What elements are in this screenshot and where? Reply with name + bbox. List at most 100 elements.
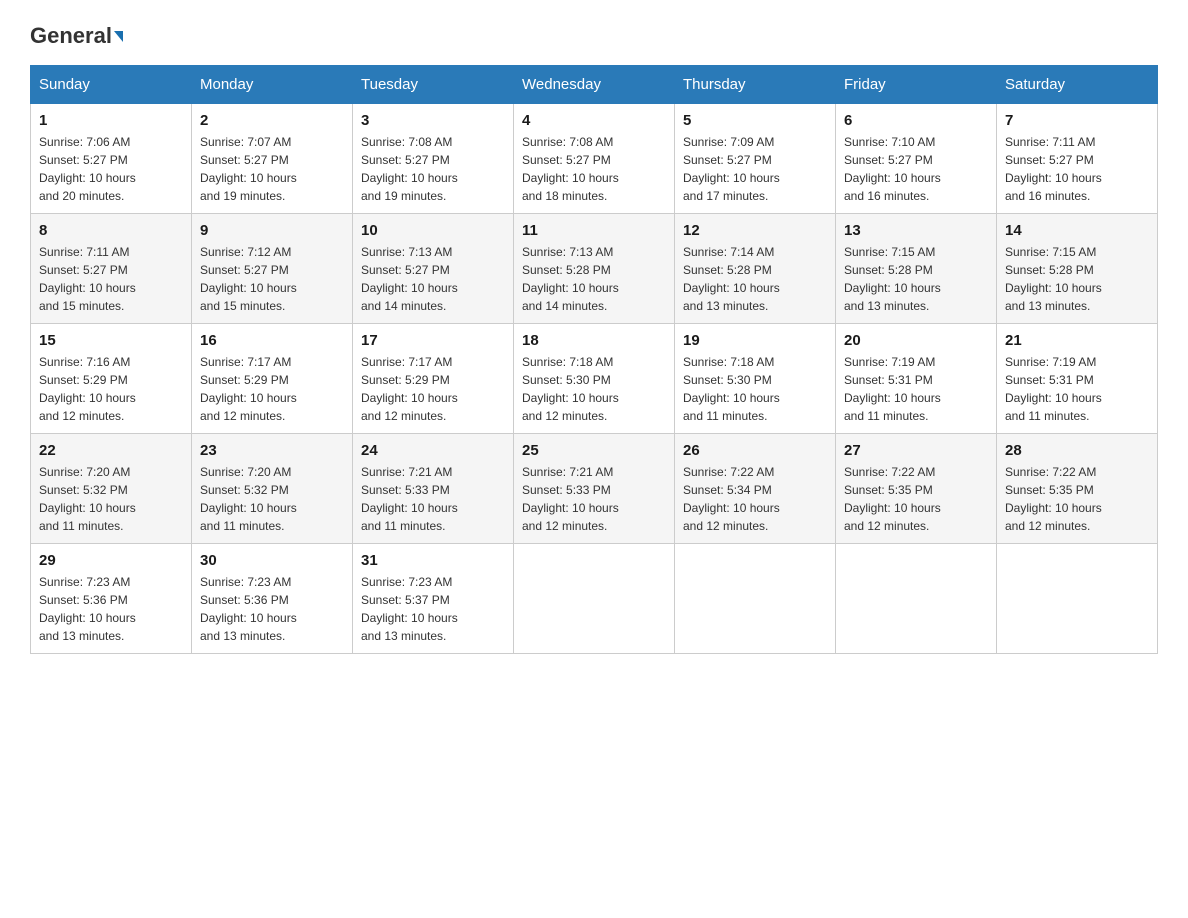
day-info: Sunrise: 7:17 AMSunset: 5:29 PMDaylight:… <box>361 353 505 425</box>
day-info: Sunrise: 7:21 AMSunset: 5:33 PMDaylight:… <box>522 463 666 535</box>
calendar-cell: 15 Sunrise: 7:16 AMSunset: 5:29 PMDayligh… <box>31 324 192 434</box>
day-info: Sunrise: 7:13 AMSunset: 5:27 PMDaylight:… <box>361 243 505 315</box>
calendar-cell: 13 Sunrise: 7:15 AMSunset: 5:28 PMDayligh… <box>836 214 997 324</box>
calendar-cell: 17 Sunrise: 7:17 AMSunset: 5:29 PMDayligh… <box>353 324 514 434</box>
calendar-cell: 11 Sunrise: 7:13 AMSunset: 5:28 PMDayligh… <box>514 214 675 324</box>
calendar-week-row: 22Sunrise: 7:20 AMSunset: 5:32 PMDayligh… <box>31 434 1158 544</box>
day-info: Sunrise: 7:08 AMSunset: 5:27 PMDaylight:… <box>522 133 666 205</box>
day-info: Sunrise: 7:17 AMSunset: 5:29 PMDaylight:… <box>200 353 344 425</box>
day-number: 29 <box>39 552 183 569</box>
calendar-cell <box>997 544 1158 654</box>
calendar-cell: 3 Sunrise: 7:08 AMSunset: 5:27 PMDaylight… <box>353 104 514 214</box>
day-number: 24 <box>361 442 505 459</box>
calendar-cell: 6 Sunrise: 7:10 AMSunset: 5:27 PMDaylight… <box>836 104 997 214</box>
calendar-cell: 27Sunrise: 7:22 AMSunset: 5:35 PMDayligh… <box>836 434 997 544</box>
day-info: Sunrise: 7:15 AMSunset: 5:28 PMDaylight:… <box>844 243 988 315</box>
day-info: Sunrise: 7:20 AMSunset: 5:32 PMDaylight:… <box>39 463 183 535</box>
day-info: Sunrise: 7:20 AMSunset: 5:32 PMDaylight:… <box>200 463 344 535</box>
day-number: 8 <box>39 222 183 239</box>
day-info: Sunrise: 7:21 AMSunset: 5:33 PMDaylight:… <box>361 463 505 535</box>
calendar-cell: 2Sunrise: 7:07 AMSunset: 5:27 PMDaylight… <box>192 104 353 214</box>
day-number: 4 <box>522 112 666 129</box>
logo-general: General <box>30 25 123 47</box>
day-info: Sunrise: 7:18 AMSunset: 5:30 PMDaylight:… <box>522 353 666 425</box>
calendar-cell <box>836 544 997 654</box>
day-info: Sunrise: 7:16 AMSunset: 5:29 PMDaylight:… <box>39 353 183 425</box>
calendar-cell: 19 Sunrise: 7:18 AMSunset: 5:30 PMDayligh… <box>675 324 836 434</box>
day-info: Sunrise: 7:18 AMSunset: 5:30 PMDaylight:… <box>683 353 827 425</box>
day-number: 30 <box>200 552 344 569</box>
day-number: 13 <box>844 222 988 239</box>
calendar-cell: 20 Sunrise: 7:19 AMSunset: 5:31 PMDayligh… <box>836 324 997 434</box>
header-thursday: Thursday <box>675 66 836 104</box>
header-sunday: Sunday <box>31 66 192 104</box>
day-info: Sunrise: 7:11 AMSunset: 5:27 PMDaylight:… <box>1005 133 1149 205</box>
calendar-cell: 18 Sunrise: 7:18 AMSunset: 5:30 PMDayligh… <box>514 324 675 434</box>
day-number: 9 <box>200 222 344 239</box>
calendar-cell: 16 Sunrise: 7:17 AMSunset: 5:29 PMDayligh… <box>192 324 353 434</box>
calendar-cell: 31Sunrise: 7:23 AMSunset: 5:37 PMDayligh… <box>353 544 514 654</box>
day-number: 16 <box>200 332 344 349</box>
day-info: Sunrise: 7:11 AMSunset: 5:27 PMDaylight:… <box>39 243 183 315</box>
calendar-cell: 28 Sunrise: 7:22 AMSunset: 5:35 PMDayligh… <box>997 434 1158 544</box>
calendar-cell: 12 Sunrise: 7:14 AMSunset: 5:28 PMDayligh… <box>675 214 836 324</box>
day-info: Sunrise: 7:09 AMSunset: 5:27 PMDaylight:… <box>683 133 827 205</box>
day-info: Sunrise: 7:12 AMSunset: 5:27 PMDaylight:… <box>200 243 344 315</box>
calendar-cell <box>514 544 675 654</box>
day-number: 10 <box>361 222 505 239</box>
day-number: 23 <box>200 442 344 459</box>
day-number: 26 <box>683 442 827 459</box>
calendar-cell: 25 Sunrise: 7:21 AMSunset: 5:33 PMDayligh… <box>514 434 675 544</box>
calendar-cell: 7 Sunrise: 7:11 AMSunset: 5:27 PMDaylight… <box>997 104 1158 214</box>
day-info: Sunrise: 7:22 AMSunset: 5:35 PMDaylight:… <box>1005 463 1149 535</box>
day-info: Sunrise: 7:10 AMSunset: 5:27 PMDaylight:… <box>844 133 988 205</box>
day-number: 18 <box>522 332 666 349</box>
day-number: 25 <box>522 442 666 459</box>
day-number: 28 <box>1005 442 1149 459</box>
day-info: Sunrise: 7:23 AMSunset: 5:36 PMDaylight:… <box>200 573 344 645</box>
calendar-week-row: 15 Sunrise: 7:16 AMSunset: 5:29 PMDayligh… <box>31 324 1158 434</box>
header-saturday: Saturday <box>997 66 1158 104</box>
day-number: 31 <box>361 552 505 569</box>
day-number: 12 <box>683 222 827 239</box>
day-info: Sunrise: 7:19 AMSunset: 5:31 PMDaylight:… <box>1005 353 1149 425</box>
day-number: 20 <box>844 332 988 349</box>
calendar-week-row: 1 Sunrise: 7:06 AMSunset: 5:27 PMDaylight… <box>31 104 1158 214</box>
day-info: Sunrise: 7:15 AMSunset: 5:28 PMDaylight:… <box>1005 243 1149 315</box>
page-header: General <box>30 20 1158 45</box>
day-number: 15 <box>39 332 183 349</box>
header-monday: Monday <box>192 66 353 104</box>
day-number: 7 <box>1005 112 1149 129</box>
calendar-cell: 8 Sunrise: 7:11 AMSunset: 5:27 PMDaylight… <box>31 214 192 324</box>
header-tuesday: Tuesday <box>353 66 514 104</box>
calendar-header-row: SundayMondayTuesdayWednesdayThursdayFrid… <box>31 66 1158 104</box>
day-info: Sunrise: 7:08 AMSunset: 5:27 PMDaylight:… <box>361 133 505 205</box>
calendar-cell: 22Sunrise: 7:20 AMSunset: 5:32 PMDayligh… <box>31 434 192 544</box>
day-info: Sunrise: 7:07 AMSunset: 5:27 PMDaylight:… <box>200 133 344 205</box>
calendar-cell: 23 Sunrise: 7:20 AMSunset: 5:32 PMDayligh… <box>192 434 353 544</box>
day-number: 6 <box>844 112 988 129</box>
day-number: 5 <box>683 112 827 129</box>
day-number: 1 <box>39 112 183 129</box>
day-info: Sunrise: 7:06 AMSunset: 5:27 PMDaylight:… <box>39 133 183 205</box>
calendar-cell: 30 Sunrise: 7:23 AMSunset: 5:36 PMDayligh… <box>192 544 353 654</box>
calendar-week-row: 29 Sunrise: 7:23 AMSunset: 5:36 PMDayligh… <box>31 544 1158 654</box>
day-info: Sunrise: 7:19 AMSunset: 5:31 PMDaylight:… <box>844 353 988 425</box>
calendar-cell: 14 Sunrise: 7:15 AMSunset: 5:28 PMDayligh… <box>997 214 1158 324</box>
header-wednesday: Wednesday <box>514 66 675 104</box>
day-info: Sunrise: 7:22 AMSunset: 5:34 PMDaylight:… <box>683 463 827 535</box>
day-number: 3 <box>361 112 505 129</box>
calendar-cell: 5 Sunrise: 7:09 AMSunset: 5:27 PMDaylight… <box>675 104 836 214</box>
day-number: 14 <box>1005 222 1149 239</box>
day-number: 17 <box>361 332 505 349</box>
calendar-cell: 4 Sunrise: 7:08 AMSunset: 5:27 PMDaylight… <box>514 104 675 214</box>
day-number: 19 <box>683 332 827 349</box>
calendar-cell: 26 Sunrise: 7:22 AMSunset: 5:34 PMDayligh… <box>675 434 836 544</box>
day-number: 11 <box>522 222 666 239</box>
calendar-cell <box>675 544 836 654</box>
day-info: Sunrise: 7:13 AMSunset: 5:28 PMDaylight:… <box>522 243 666 315</box>
calendar-cell: 1 Sunrise: 7:06 AMSunset: 5:27 PMDaylight… <box>31 104 192 214</box>
day-info: Sunrise: 7:23 AMSunset: 5:36 PMDaylight:… <box>39 573 183 645</box>
day-number: 21 <box>1005 332 1149 349</box>
day-info: Sunrise: 7:14 AMSunset: 5:28 PMDaylight:… <box>683 243 827 315</box>
